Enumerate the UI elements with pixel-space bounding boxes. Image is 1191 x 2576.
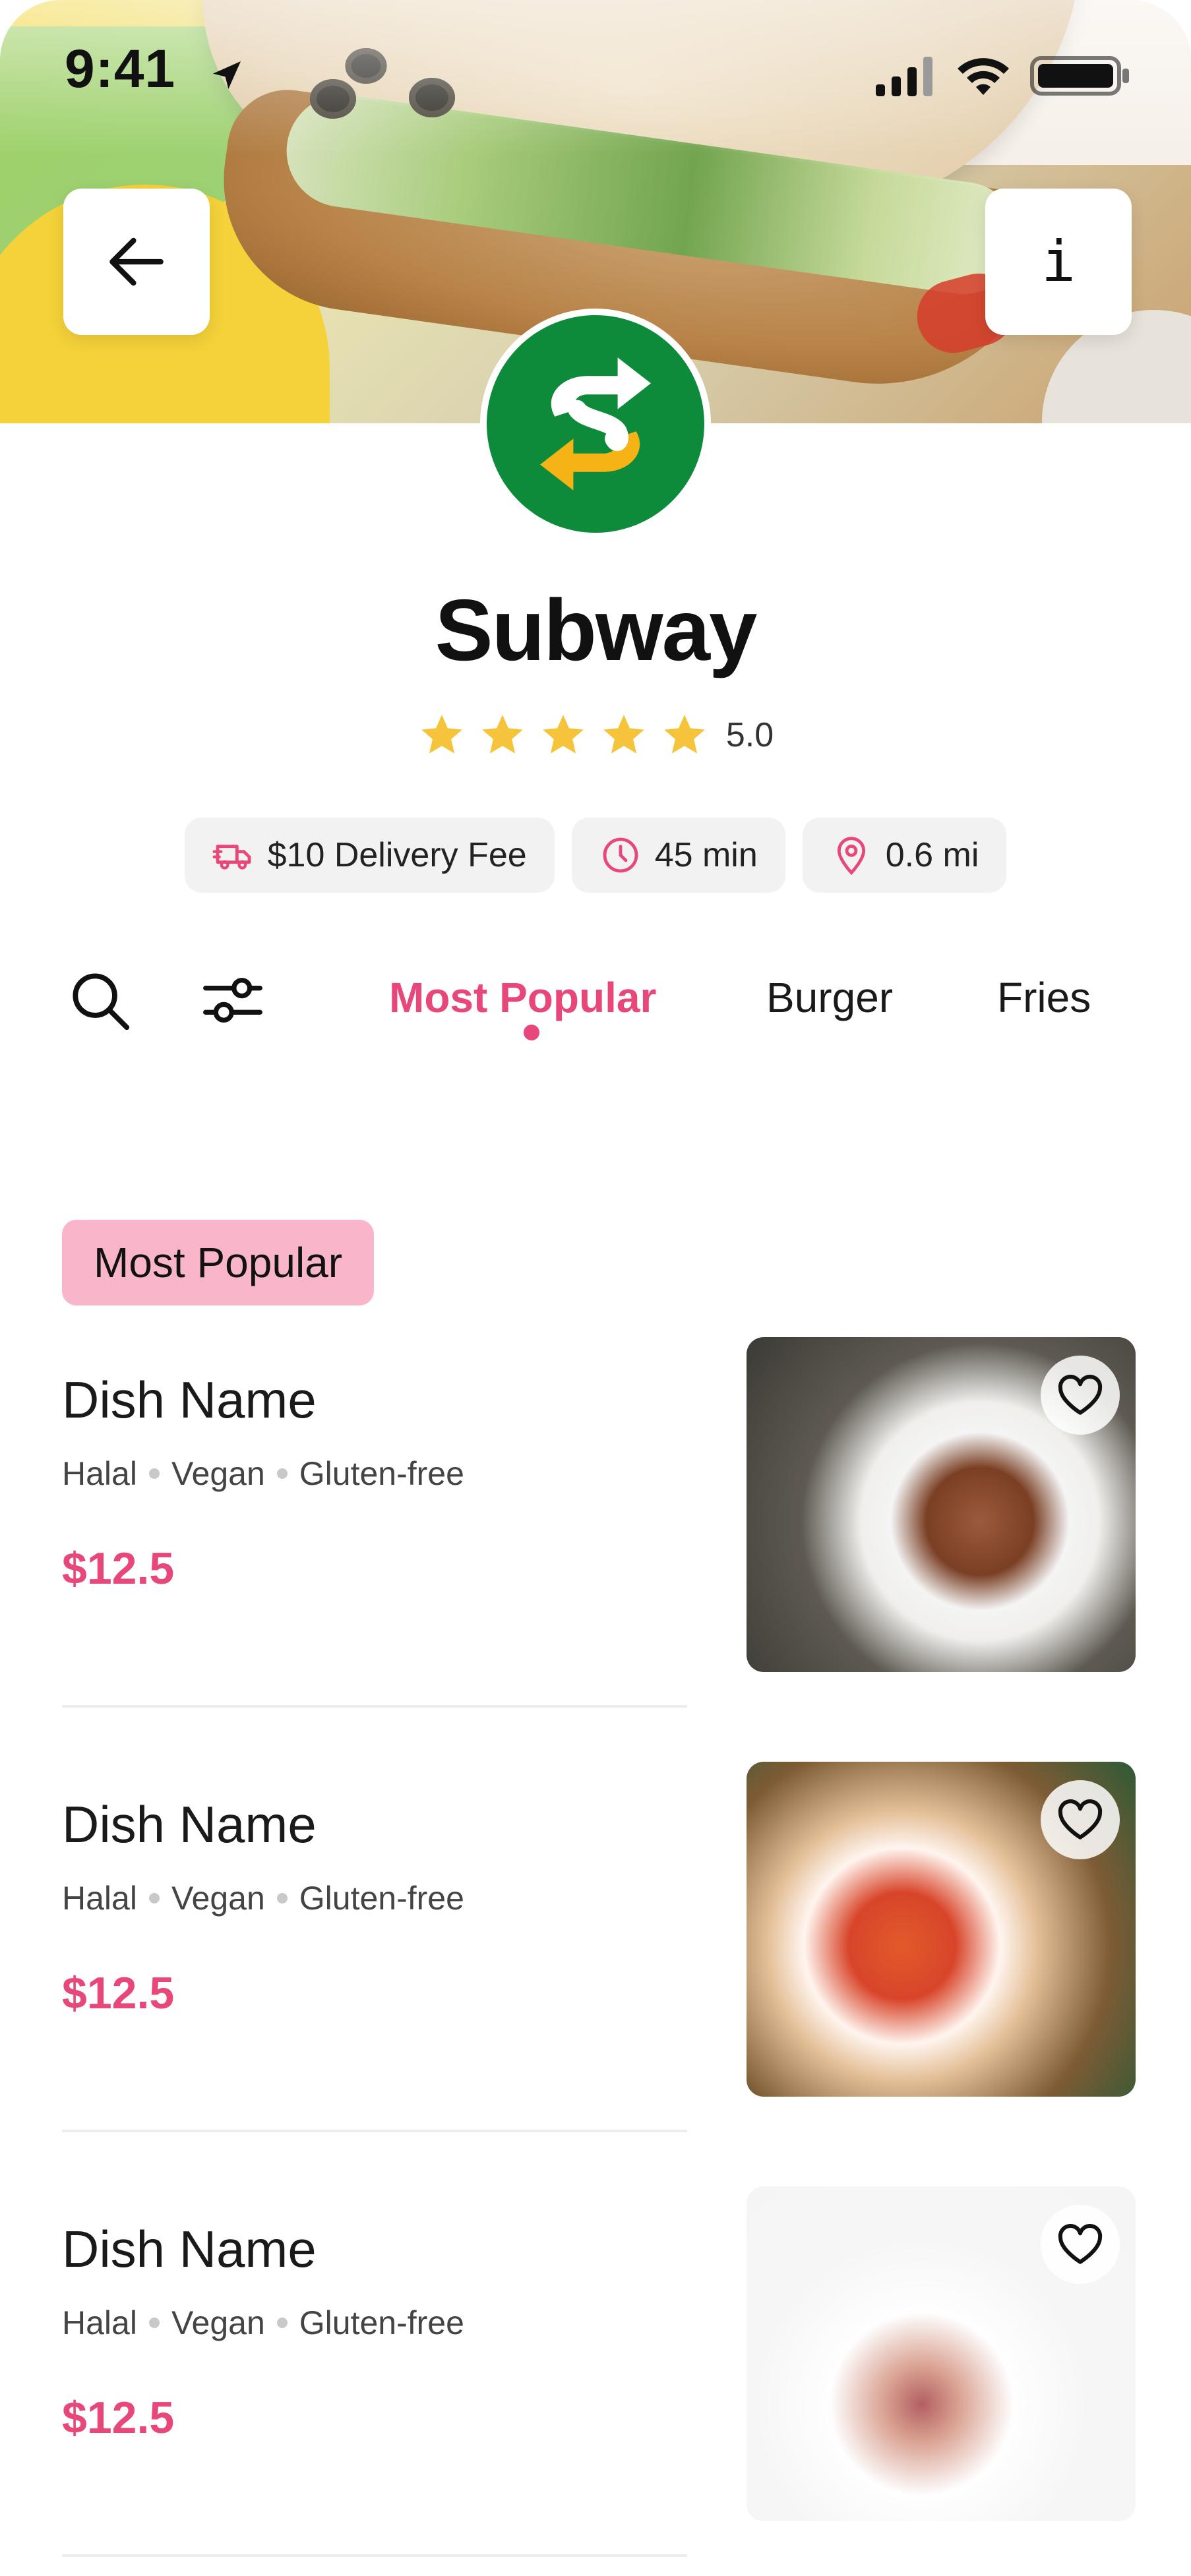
dish-image[interactable] bbox=[747, 1762, 1136, 2097]
dish-card[interactable]: Dish Name Halal Vegan Gluten-free $12.5 bbox=[62, 1762, 1136, 2138]
divider bbox=[62, 1705, 687, 1708]
divider bbox=[62, 2554, 687, 2557]
star-icon bbox=[421, 715, 462, 754]
star-icon bbox=[482, 715, 523, 754]
active-tab-indicator bbox=[524, 1025, 539, 1040]
dish-tag: Halal bbox=[62, 1880, 137, 1917]
tag-separator-dot bbox=[148, 1468, 160, 1479]
heart-icon bbox=[1058, 1375, 1103, 1415]
section-title: Most Popular bbox=[62, 1220, 375, 1305]
battery-icon bbox=[1030, 56, 1129, 96]
dish-tag: Gluten-free bbox=[299, 1455, 464, 1492]
tag-separator-dot bbox=[148, 1893, 160, 1903]
info-icon: i bbox=[1041, 229, 1076, 295]
tab-most-popular[interactable]: Most Popular bbox=[389, 973, 656, 1022]
signal-icon bbox=[876, 57, 932, 96]
dish-tags: Halal Vegan Gluten-free bbox=[62, 1879, 464, 1917]
dish-name: Dish Name bbox=[62, 2220, 317, 2278]
status-time: 9:41 bbox=[65, 39, 176, 99]
dish-card[interactable]: Dish Name Halal Vegan Gluten-free $12.5 bbox=[62, 1337, 1136, 1713]
dish-name: Dish Name bbox=[62, 1795, 317, 1853]
menu-toolbar: Most Popular Burger Fries bbox=[63, 949, 1151, 1062]
dish-tag: Halal bbox=[62, 2304, 137, 2341]
filter-button[interactable] bbox=[197, 964, 269, 1036]
info-button[interactable]: i bbox=[985, 189, 1132, 335]
favorite-button[interactable] bbox=[1041, 1356, 1120, 1435]
star-icon bbox=[543, 715, 584, 754]
restaurant-name: Subway bbox=[435, 582, 758, 678]
dish-price: $12.5 bbox=[62, 2393, 175, 2443]
restaurant-logo bbox=[480, 309, 711, 539]
distance-label: 0.6 mi bbox=[885, 836, 979, 874]
delivery-time-label: 45 min bbox=[654, 836, 758, 874]
delivery-fee-label: $10 Delivery Fee bbox=[267, 836, 527, 874]
dish-price: $12.5 bbox=[62, 1968, 175, 2018]
divider bbox=[62, 2130, 687, 2132]
dish-tag: Gluten-free bbox=[299, 1880, 464, 1917]
tab-fries[interactable]: Fries bbox=[997, 973, 1091, 1022]
dish-price: $12.5 bbox=[62, 1543, 175, 1594]
delivery-truck-icon bbox=[212, 845, 251, 870]
dish-card[interactable]: Dish Name Halal Vegan Gluten-free $12.5 bbox=[62, 2186, 1136, 2562]
delivery-fee-chip: $10 Delivery Fee bbox=[184, 818, 555, 893]
search-icon bbox=[73, 973, 130, 1031]
favorite-button[interactable] bbox=[1041, 1780, 1120, 1859]
dish-tag: Gluten-free bbox=[299, 2304, 464, 2341]
subway-logo-icon bbox=[487, 315, 704, 533]
arrow-left-icon bbox=[109, 237, 164, 286]
location-pin-icon bbox=[837, 837, 865, 876]
sliders-icon bbox=[203, 978, 262, 1023]
tag-separator-dot bbox=[276, 2318, 288, 2328]
tag-separator-dot bbox=[276, 1893, 288, 1903]
system-status-icons bbox=[876, 53, 1132, 99]
rating: 5.0 bbox=[0, 711, 1191, 760]
tab-burger[interactable]: Burger bbox=[766, 973, 893, 1022]
dish-tag: Vegan bbox=[171, 1880, 265, 1917]
favorite-button[interactable] bbox=[1041, 2205, 1120, 2284]
dish-tags: Halal Vegan Gluten-free bbox=[62, 2304, 464, 2342]
dish-tag: Vegan bbox=[171, 1455, 265, 1492]
wifi-icon bbox=[958, 58, 1009, 95]
dish-tag: Vegan bbox=[171, 2304, 265, 2341]
dish-name: Dish Name bbox=[62, 1371, 317, 1429]
back-button[interactable] bbox=[63, 189, 210, 335]
info-chips: $10 Delivery Fee 45 min 0.6 mi bbox=[0, 818, 1191, 893]
tag-separator-dot bbox=[276, 1468, 288, 1479]
delivery-time-chip: 45 min bbox=[571, 818, 785, 893]
search-button[interactable] bbox=[63, 964, 136, 1036]
star-icon bbox=[603, 715, 644, 754]
distance-chip: 0.6 mi bbox=[802, 818, 1007, 893]
clock-icon bbox=[603, 837, 638, 873]
dish-tags: Halal Vegan Gluten-free bbox=[62, 1454, 464, 1493]
heart-icon bbox=[1058, 1799, 1103, 1840]
dish-image[interactable] bbox=[747, 2186, 1136, 2521]
star-icon bbox=[664, 715, 705, 754]
heart-icon bbox=[1058, 2224, 1103, 2264]
rating-value: 5.0 bbox=[725, 716, 774, 754]
location-arrow-icon bbox=[213, 61, 241, 89]
dish-image[interactable] bbox=[747, 1337, 1136, 1672]
tag-separator-dot bbox=[148, 2318, 160, 2328]
dish-tag: Halal bbox=[62, 1455, 137, 1492]
status-bar: 9:41 bbox=[0, 0, 1191, 152]
